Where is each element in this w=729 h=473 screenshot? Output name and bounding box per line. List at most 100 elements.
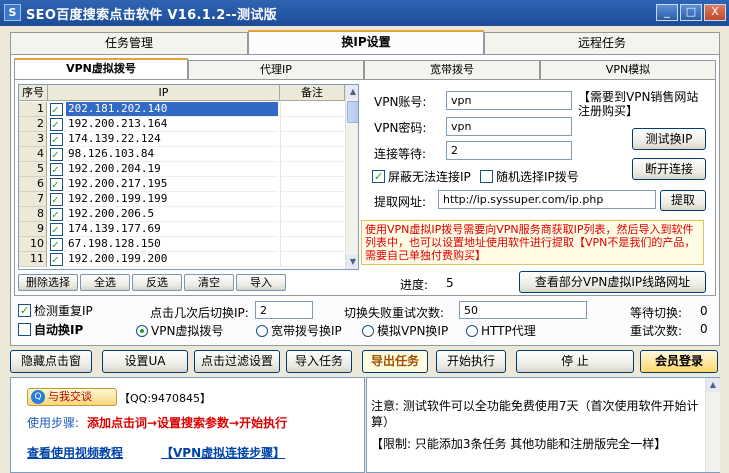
grid-scrollbar[interactable]: ▲ ▼	[345, 85, 358, 269]
table-row[interactable]: 2 192.200.213.164	[19, 117, 345, 132]
table-row[interactable]: 4 98.126.103.84	[19, 147, 345, 162]
table-row[interactable]: 1 202.181.202.140	[19, 102, 345, 117]
vpn-password-input[interactable]: vpn	[446, 117, 572, 136]
row-checkbox[interactable]	[50, 223, 63, 236]
radio-vpn-dial-icon[interactable]	[136, 325, 148, 337]
tab-ip-settings[interactable]: 换IP设置	[248, 30, 484, 54]
table-row[interactable]: 11 192.200.199.200	[19, 252, 345, 267]
radio-http-proxy[interactable]: HTTP代理	[466, 322, 536, 339]
test-ip-button[interactable]: 测试换IP	[632, 128, 706, 150]
info-scroll-up-icon[interactable]: ▲	[706, 378, 720, 392]
auto-switch-ip-checkbox[interactable]: 自动换IP	[18, 321, 83, 338]
row-ip[interactable]: 192.200.213.164	[66, 117, 278, 132]
block-fail-checkbox[interactable]: 屏蔽无法连接IP	[372, 168, 471, 185]
row-note[interactable]	[280, 117, 344, 132]
radio-vpn-sim-icon[interactable]	[362, 325, 374, 337]
scroll-down-icon[interactable]: ▼	[346, 255, 358, 269]
start-button[interactable]: 开始执行	[436, 350, 506, 373]
row-ip[interactable]: 174.139.177.69	[66, 222, 278, 237]
row-checkbox[interactable]	[50, 253, 63, 266]
col-header-note[interactable]: 备注	[280, 85, 345, 101]
clear-button[interactable]: 清空	[184, 274, 234, 291]
vpn-steps-link[interactable]: 【VPN虚拟连接步骤】	[161, 444, 285, 461]
invert-select-button[interactable]: 反选	[132, 274, 182, 291]
radio-vpn-dial[interactable]: VPN虚拟拨号	[136, 322, 223, 339]
set-ua-button[interactable]: 设置UA	[102, 350, 188, 373]
row-ip[interactable]: 192.200.199.199	[66, 192, 278, 207]
row-checkbox[interactable]	[50, 148, 63, 161]
row-ip[interactable]: 192.200.206.5	[66, 207, 278, 222]
disconnect-button[interactable]: 断开连接	[632, 158, 706, 180]
table-row[interactable]: 6 192.200.217.195	[19, 177, 345, 192]
ip-list-grid[interactable]: 序号 IP 备注 1 202.181.202.140 2 192.200.213.16…	[18, 84, 359, 270]
vpn-account-input[interactable]: vpn	[446, 91, 572, 110]
tab-remote-task[interactable]: 远程任务	[484, 32, 720, 54]
col-header-ip[interactable]: IP	[48, 85, 280, 101]
import-task-button[interactable]: 导入任务	[286, 350, 352, 373]
table-row[interactable]: 9 174.139.177.69	[19, 222, 345, 237]
row-note[interactable]	[280, 192, 344, 207]
retry-input[interactable]: 50	[459, 301, 587, 319]
row-ip[interactable]: 192.200.217.195	[66, 177, 278, 192]
click-filter-button[interactable]: 点击过滤设置	[194, 350, 280, 373]
minimize-button[interactable]: _	[656, 4, 678, 21]
col-header-index[interactable]: 序号	[19, 85, 48, 101]
row-note[interactable]	[280, 252, 344, 267]
subtab-broadband-dial[interactable]: 宽带拨号	[364, 60, 540, 79]
table-row[interactable]: 3 174.139.22.124	[19, 132, 345, 147]
view-vpn-lines-button[interactable]: 查看部分VPN虚拟IP线路网址	[519, 271, 706, 293]
row-note[interactable]	[280, 207, 344, 222]
row-note[interactable]	[280, 162, 344, 177]
radio-http-proxy-icon[interactable]	[466, 325, 478, 337]
connect-wait-input[interactable]: 2	[446, 141, 572, 160]
row-ip[interactable]: 192.200.199.200	[66, 252, 278, 267]
row-ip[interactable]: 67.198.128.150	[66, 237, 278, 252]
info-scrollbar[interactable]: ▲	[705, 378, 720, 472]
random-ip-checkbox[interactable]: 随机选择IP拨号	[480, 168, 579, 185]
switch-after-input[interactable]: 2	[255, 301, 313, 319]
check-duplicate-checkbox[interactable]: 检测重复IP	[18, 302, 93, 319]
select-all-button[interactable]: 全选	[80, 274, 130, 291]
tab-task-manage[interactable]: 任务管理	[10, 32, 248, 54]
table-row[interactable]: 8 192.200.206.5	[19, 207, 345, 222]
row-ip[interactable]: 192.200.204.19	[66, 162, 278, 177]
random-ip-check-icon[interactable]	[480, 170, 493, 183]
radio-broadband[interactable]: 宽带拨号换IP	[256, 322, 342, 339]
row-checkbox[interactable]	[50, 193, 63, 206]
table-row[interactable]: 5 192.200.204.19	[19, 162, 345, 177]
row-note[interactable]	[280, 237, 344, 252]
row-checkbox[interactable]	[50, 118, 63, 131]
subtab-vpn-sim[interactable]: VPN模拟	[540, 60, 716, 79]
stop-button[interactable]: 停 止	[516, 350, 634, 373]
hide-click-window-button[interactable]: 隐藏点击窗	[10, 350, 92, 373]
radio-vpn-sim[interactable]: 模拟VPN换IP	[362, 322, 448, 339]
maximize-button[interactable]: □	[680, 4, 702, 21]
row-ip[interactable]: 98.126.103.84	[66, 147, 278, 162]
row-checkbox[interactable]	[50, 238, 63, 251]
row-note[interactable]	[280, 147, 344, 162]
row-ip[interactable]: 174.139.22.124	[66, 132, 278, 147]
row-note[interactable]	[280, 102, 344, 117]
row-note[interactable]	[280, 222, 344, 237]
subtab-proxy-ip[interactable]: 代理IP	[188, 60, 364, 79]
import-button[interactable]: 导入	[236, 274, 286, 291]
fetch-url-input[interactable]: http://ip.syssuper.com/ip.php	[438, 190, 656, 209]
member-login-button[interactable]: 会员登录	[640, 350, 718, 373]
fetch-button[interactable]: 提取	[660, 190, 706, 211]
row-checkbox[interactable]	[50, 103, 63, 116]
radio-broadband-icon[interactable]	[256, 325, 268, 337]
auto-switch-check-icon[interactable]	[18, 323, 31, 336]
qq-chat-button[interactable]: Q 与我交谈	[27, 388, 117, 406]
table-row[interactable]: 10 67.198.128.150	[19, 237, 345, 252]
row-checkbox[interactable]	[50, 133, 63, 146]
row-checkbox[interactable]	[50, 163, 63, 176]
row-checkbox[interactable]	[50, 208, 63, 221]
row-note[interactable]	[280, 132, 344, 147]
video-tutorial-link[interactable]: 查看使用视频教程	[27, 444, 123, 461]
scroll-thumb[interactable]	[347, 101, 358, 123]
block-fail-check-icon[interactable]	[372, 170, 385, 183]
row-ip[interactable]: 202.181.202.140	[66, 102, 278, 117]
export-task-button[interactable]: 导出任务	[362, 350, 428, 373]
row-note[interactable]	[280, 177, 344, 192]
scroll-up-icon[interactable]: ▲	[346, 85, 358, 99]
